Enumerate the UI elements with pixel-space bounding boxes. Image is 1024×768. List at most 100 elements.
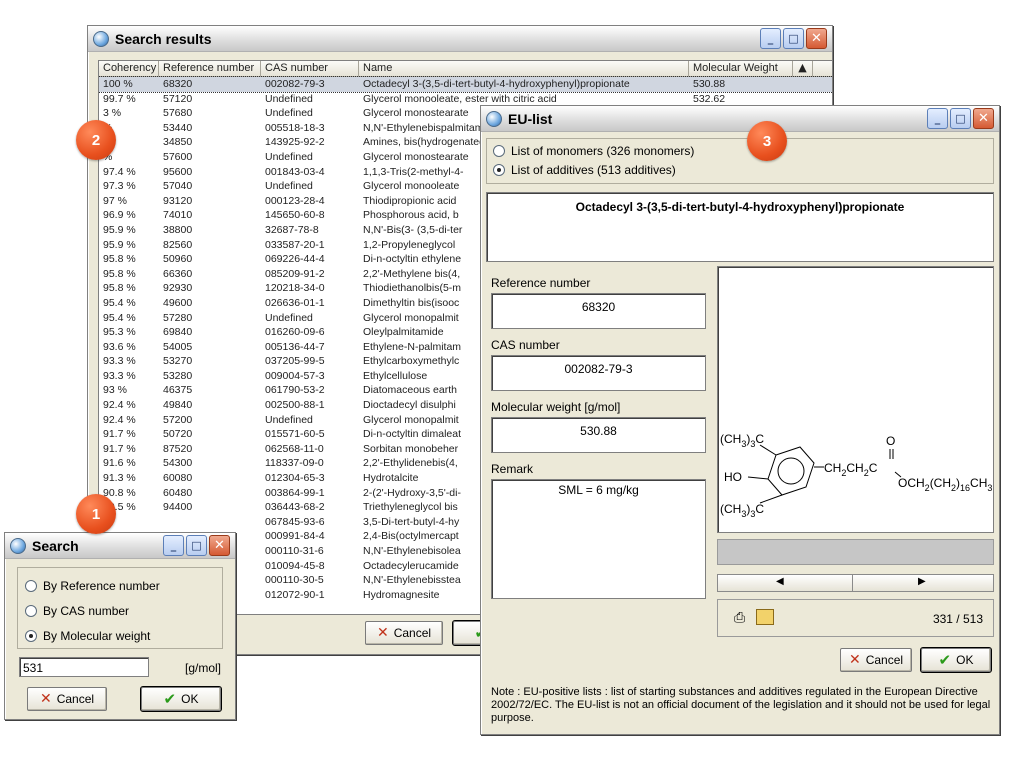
table-cell: 95.3 %: [103, 326, 136, 339]
table-cell: 93.3 %: [103, 355, 136, 368]
ref-label: Reference number: [491, 276, 591, 290]
table-cell: 53270: [163, 355, 193, 368]
search-title: Search: [32, 537, 79, 554]
radio-by-cas[interactable]: By CAS number: [25, 604, 129, 618]
table-header: Coherency Reference number CAS number Na…: [99, 61, 832, 77]
radio-button[interactable]: [493, 145, 505, 157]
table-cell: 530.88: [693, 78, 726, 90]
table-cell: 95.9 %: [103, 238, 136, 251]
column-header[interactable]: Reference number: [159, 61, 261, 76]
radio-monomers[interactable]: List of monomers (326 monomers): [493, 144, 694, 158]
table-cell: 66360: [163, 267, 193, 280]
table-cell: 003864-99-1: [265, 486, 325, 499]
button-label: OK: [956, 653, 974, 667]
substance-name-box: Octadecyl 3-(3,5-di-tert-butyl-4-hydroxy…: [486, 192, 994, 262]
print-icon[interactable]: ⎙: [734, 610, 745, 626]
radio-additives[interactable]: List of additives (513 additives): [493, 163, 676, 177]
ref-field[interactable]: 68320: [491, 293, 706, 329]
table-cell: Undefined: [265, 413, 313, 426]
eu-titlebar[interactable]: EU-list _ □ ✕: [481, 106, 999, 132]
eu-ok-button[interactable]: ✔ OK: [920, 647, 992, 673]
radio-button[interactable]: [25, 605, 37, 617]
table-cell: 50720: [163, 428, 193, 441]
radio-button[interactable]: [25, 580, 37, 592]
search-titlebar[interactable]: Search _ □ ✕: [5, 533, 235, 559]
table-cell: 82560: [163, 238, 193, 251]
eu-cancel-button[interactable]: ✕ Cancel: [840, 648, 912, 672]
table-cell: 036443-68-2: [265, 501, 325, 514]
table-row[interactable]: 99.7 % 57120 Undefined Glycerol monooleate,…: [99, 92, 832, 107]
table-cell: 57040: [163, 180, 193, 193]
table-cell: 033587-20-1: [265, 238, 325, 251]
table-cell: 93.6 %: [103, 340, 136, 353]
cas-field[interactable]: 002082-79-3: [491, 355, 706, 391]
table-cell: 32687-78-8: [265, 223, 319, 236]
maximize-icon[interactable]: □: [950, 108, 971, 129]
column-header[interactable]: Name: [359, 61, 689, 76]
table-cell: 91.7 %: [103, 428, 136, 441]
radio-button[interactable]: [25, 630, 37, 642]
radio-by-molecular-weight[interactable]: By Molecular weight: [25, 629, 150, 643]
search-window: Search _ □ ✕ By Reference number By CAS …: [4, 532, 236, 720]
table-cell: 120218-34-0: [265, 282, 325, 295]
table-cell: 95600: [163, 165, 193, 178]
column-header[interactable]: Molecular Weight: [689, 61, 793, 76]
table-cell: 57280: [163, 311, 193, 324]
table-cell: 99.7 %: [103, 92, 136, 105]
app-icon: [93, 30, 109, 47]
tert-butyl-top: (CH3)3C: [720, 432, 764, 449]
table-row[interactable]: 100 % 68320 002082-79-3 Octadecyl 3-(3,5-di…: [99, 76, 832, 93]
ok-icon: ✔: [938, 650, 952, 669]
record-navigator[interactable]: ◀ ▶: [717, 574, 994, 592]
table-cell: 95.4 %: [103, 296, 136, 309]
disclaimer-note: Note : EU-positive lists : list of start…: [491, 686, 991, 724]
bond: [747, 476, 769, 480]
nav-right-icon[interactable]: ▶: [918, 576, 926, 587]
benzene-circle: [777, 457, 805, 485]
minimize-icon[interactable]: _: [927, 108, 948, 129]
table-cell: 53440: [163, 121, 193, 134]
ethylene-chain: CH2CH2C: [824, 461, 878, 478]
table-cell: 91.6 %: [103, 457, 136, 470]
maximize-icon[interactable]: □: [783, 28, 804, 49]
table-cell: Undefined: [265, 311, 313, 324]
horizontal-scrollbar[interactable]: [717, 539, 994, 565]
scroll-up-icon[interactable]: ▲: [793, 61, 813, 76]
search-value-input[interactable]: 531: [19, 657, 149, 677]
table-cell: Undefined: [265, 180, 313, 193]
close-icon[interactable]: ✕: [209, 535, 230, 556]
app-icon: [486, 110, 502, 127]
minimize-icon[interactable]: _: [163, 535, 184, 556]
button-label: Cancel: [865, 653, 904, 667]
table-cell: 54300: [163, 457, 193, 470]
table-cell: 100 %: [103, 78, 133, 90]
mw-field[interactable]: 530.88: [491, 417, 706, 453]
radio-button[interactable]: [493, 164, 505, 176]
cancel-icon: ✕: [376, 625, 389, 641]
maximize-icon[interactable]: □: [186, 535, 207, 556]
results-cancel-button[interactable]: ✕ Cancel: [365, 621, 443, 645]
column-header[interactable]: Coherency: [99, 61, 159, 76]
table-cell: 000110-30-5: [265, 574, 324, 587]
hydroxyl-label: HO: [724, 470, 742, 484]
ok-icon: ✔: [163, 689, 177, 708]
column-header[interactable]: CAS number: [261, 61, 359, 76]
nav-left-icon[interactable]: ◀: [776, 576, 784, 587]
unit-label: [g/mol]: [185, 661, 222, 675]
export-icon[interactable]: [756, 609, 774, 625]
results-title: Search results: [115, 30, 212, 47]
table-cell: 015571-60-5: [265, 428, 325, 441]
close-icon[interactable]: ✕: [806, 28, 827, 49]
results-titlebar[interactable]: Search results _ □ ✕: [88, 26, 832, 52]
close-icon[interactable]: ✕: [973, 108, 994, 129]
step-badge-3: 3: [747, 121, 787, 161]
remark-field[interactable]: SML = 6 mg/kg: [491, 479, 706, 599]
structure-panel: (CH3)3C (CH3)3C HO CH2CH2C O OCH2(CH2)16…: [717, 266, 994, 533]
search-ok-button[interactable]: ✔ OK: [140, 686, 222, 712]
search-cancel-button[interactable]: ✕ Cancel: [27, 687, 107, 711]
radio-by-reference[interactable]: By Reference number: [25, 579, 160, 593]
minimize-icon[interactable]: _: [760, 28, 781, 49]
table-cell: 50960: [163, 253, 193, 266]
mw-label: Molecular weight [g/mol]: [491, 400, 621, 414]
table-cell: 93120: [163, 194, 193, 207]
